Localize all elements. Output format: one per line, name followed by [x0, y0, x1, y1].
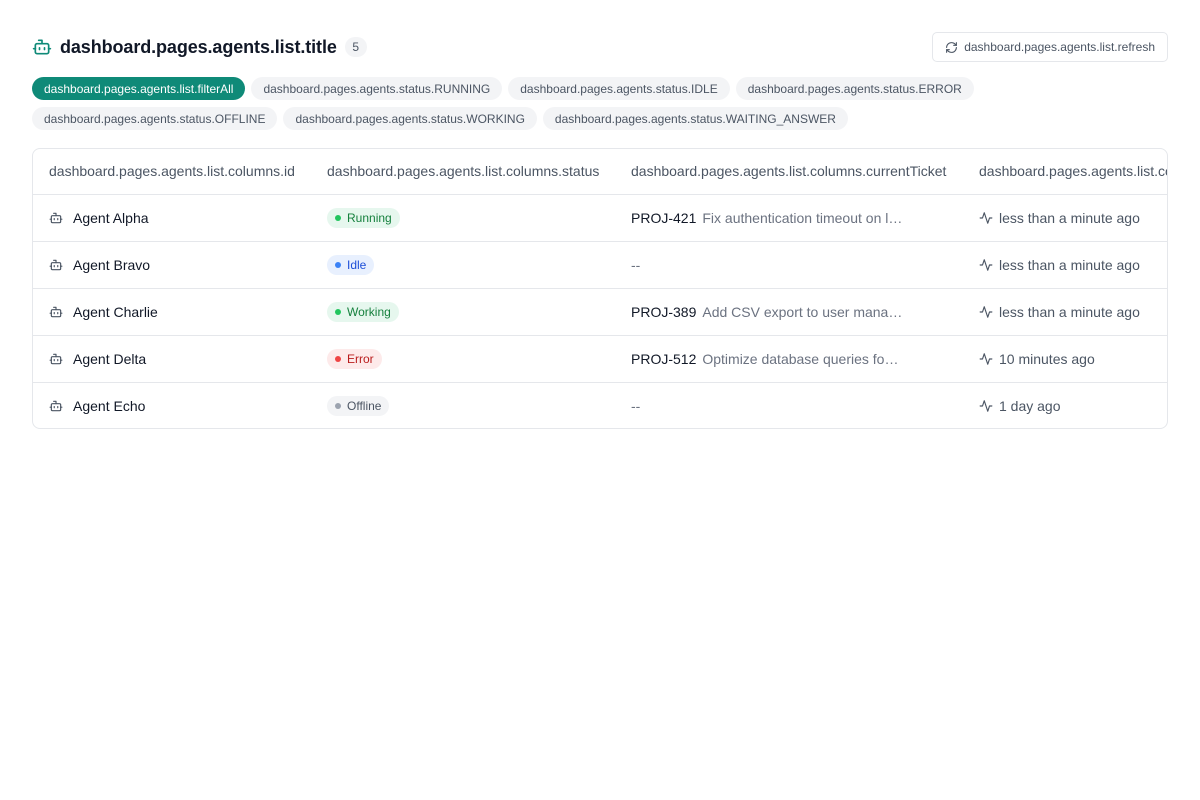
status-dot-icon: [335, 308, 341, 315]
status-cell: Error: [311, 335, 615, 382]
title-group: dashboard.pages.agents.list.title 5: [32, 32, 367, 62]
table-row[interactable]: Agent Delta Error PROJ-512 Optimize databas…: [33, 335, 1167, 382]
refresh-button[interactable]: dashboard.pages.agents.list.refresh: [932, 32, 1168, 62]
last-activity-text: less than a minute ago: [999, 256, 1140, 273]
ticket-title: Add CSV export to user management: [702, 303, 902, 320]
status-cell: Idle: [311, 241, 615, 288]
agent-name-link[interactable]: Agent Charlie: [73, 304, 158, 320]
bot-icon: [49, 352, 63, 366]
bot-icon: [32, 37, 52, 57]
column-header-id[interactable]: dashboard.pages.agents.list.columns.id: [33, 149, 311, 194]
ticket-cell: PROJ-421 Fix authentication timeout on lo…: [631, 210, 963, 226]
filter-chip[interactable]: dashboard.pages.agents.list.filterAll: [32, 77, 246, 100]
status-cell: Offline: [311, 382, 615, 428]
ticket-key-link[interactable]: PROJ-389: [631, 304, 696, 320]
last-activity-text: less than a minute ago: [999, 303, 1140, 320]
filter-chip[interactable]: dashboard.pages.agents.status.RUNNING: [251, 77, 503, 100]
agent-name-link[interactable]: Agent Bravo: [73, 257, 150, 273]
status-dot-icon: [335, 402, 341, 409]
agent-id-cell: Agent Delta: [33, 335, 311, 382]
status-badge: Idle: [327, 254, 375, 275]
activity-icon: [979, 211, 993, 225]
activity-icon: [979, 399, 993, 413]
bot-icon: [49, 305, 63, 319]
current-ticket-cell: PROJ-512 Optimize database queries for re…: [615, 335, 963, 382]
table-row[interactable]: Agent Bravo Idle -- less than a minute ago: [33, 241, 1167, 288]
status-label: Offline: [347, 398, 382, 413]
last-activity-cell: less than a minute ago: [963, 194, 1167, 241]
page-title: dashboard.pages.agents.list.title: [60, 36, 337, 57]
agent-id-cell: Agent Bravo: [33, 241, 311, 288]
filter-chip[interactable]: dashboard.pages.agents.status.WAITING_AN…: [542, 107, 848, 130]
last-activity-cell: less than a minute ago: [963, 288, 1167, 335]
current-ticket-cell: PROJ-421 Fix authentication timeout on lo…: [615, 194, 963, 241]
bot-icon: [49, 258, 63, 272]
table-header-row: dashboard.pages.agents.list.columns.id d…: [33, 149, 1167, 194]
activity-icon: [979, 352, 993, 366]
agent-name-link[interactable]: Agent Delta: [73, 351, 146, 367]
table-row[interactable]: Agent Echo Offline -- 1 day ago: [33, 382, 1167, 428]
filter-chip[interactable]: dashboard.pages.agents.status.WORKING: [283, 107, 537, 130]
agent-id-cell: Agent Charlie: [33, 288, 311, 335]
current-ticket-cell: --: [615, 382, 963, 428]
agents-table-container[interactable]: dashboard.pages.agents.list.columns.id d…: [32, 148, 1168, 429]
ticket-cell: PROJ-512 Optimize database queries for re…: [631, 351, 963, 367]
bot-icon: [49, 399, 63, 413]
filter-chip[interactable]: dashboard.pages.agents.status.OFFLINE: [32, 107, 278, 130]
status-dot-icon: [335, 261, 341, 268]
ticket-title: Fix authentication timeout on login: [702, 209, 903, 226]
status-filter-bar: dashboard.pages.agents.list.filterAll das…: [32, 77, 992, 130]
status-dot-icon: [335, 214, 341, 221]
status-badge: Error: [327, 348, 382, 369]
filter-chip[interactable]: dashboard.pages.agents.status.ERROR: [735, 77, 974, 100]
filter-chip[interactable]: dashboard.pages.agents.status.IDLE: [508, 77, 730, 100]
agent-id-cell: Agent Alpha: [33, 194, 311, 241]
agents-table: dashboard.pages.agents.list.columns.id d…: [33, 149, 1167, 428]
agent-name-link[interactable]: Agent Echo: [73, 398, 145, 414]
column-header-last-activity[interactable]: dashboard.pages.agents.list.columns.last…: [963, 149, 1167, 194]
status-dot-icon: [335, 355, 341, 362]
status-badge: Offline: [327, 395, 390, 416]
agent-id-cell: Agent Echo: [33, 382, 311, 428]
no-ticket-placeholder: --: [631, 397, 641, 414]
bot-icon: [49, 211, 63, 225]
last-activity-cell: 10 minutes ago: [963, 335, 1167, 382]
status-badge: Working: [327, 301, 399, 322]
refresh-icon: [945, 41, 958, 54]
activity-icon: [979, 305, 993, 319]
column-header-status[interactable]: dashboard.pages.agents.list.columns.stat…: [311, 149, 615, 194]
last-activity-text: 10 minutes ago: [999, 350, 1095, 367]
status-label: Working: [347, 304, 391, 319]
no-ticket-placeholder: --: [631, 256, 641, 273]
current-ticket-cell: PROJ-389 Add CSV export to user managemen…: [615, 288, 963, 335]
status-label: Running: [347, 210, 392, 225]
status-cell: Running: [311, 194, 615, 241]
ticket-title: Optimize database queries for reports: [702, 350, 902, 367]
table-row[interactable]: Agent Charlie Working PROJ-389 Add CSV expo…: [33, 288, 1167, 335]
last-activity-cell: 1 day ago: [963, 382, 1167, 428]
ticket-key-link[interactable]: PROJ-512: [631, 351, 696, 367]
ticket-cell: PROJ-389 Add CSV export to user managemen…: [631, 304, 963, 320]
activity-icon: [979, 258, 993, 272]
refresh-button-label: dashboard.pages.agents.list.refresh: [964, 40, 1155, 54]
status-label: Idle: [347, 257, 367, 272]
page-header: dashboard.pages.agents.list.title 5 dash…: [32, 32, 1168, 62]
column-header-current-ticket[interactable]: dashboard.pages.agents.list.columns.curr…: [615, 149, 963, 194]
status-label: Error: [347, 351, 374, 366]
table-row[interactable]: Agent Alpha Running PROJ-421 Fix authentica…: [33, 194, 1167, 241]
agent-name-link[interactable]: Agent Alpha: [73, 210, 149, 226]
last-activity-text: 1 day ago: [999, 397, 1061, 414]
status-badge: Running: [327, 207, 400, 228]
ticket-key-link[interactable]: PROJ-421: [631, 210, 696, 226]
last-activity-text: less than a minute ago: [999, 209, 1140, 226]
agent-count-badge: 5: [344, 37, 367, 57]
last-activity-cell: less than a minute ago: [963, 241, 1167, 288]
status-cell: Working: [311, 288, 615, 335]
current-ticket-cell: --: [615, 241, 963, 288]
